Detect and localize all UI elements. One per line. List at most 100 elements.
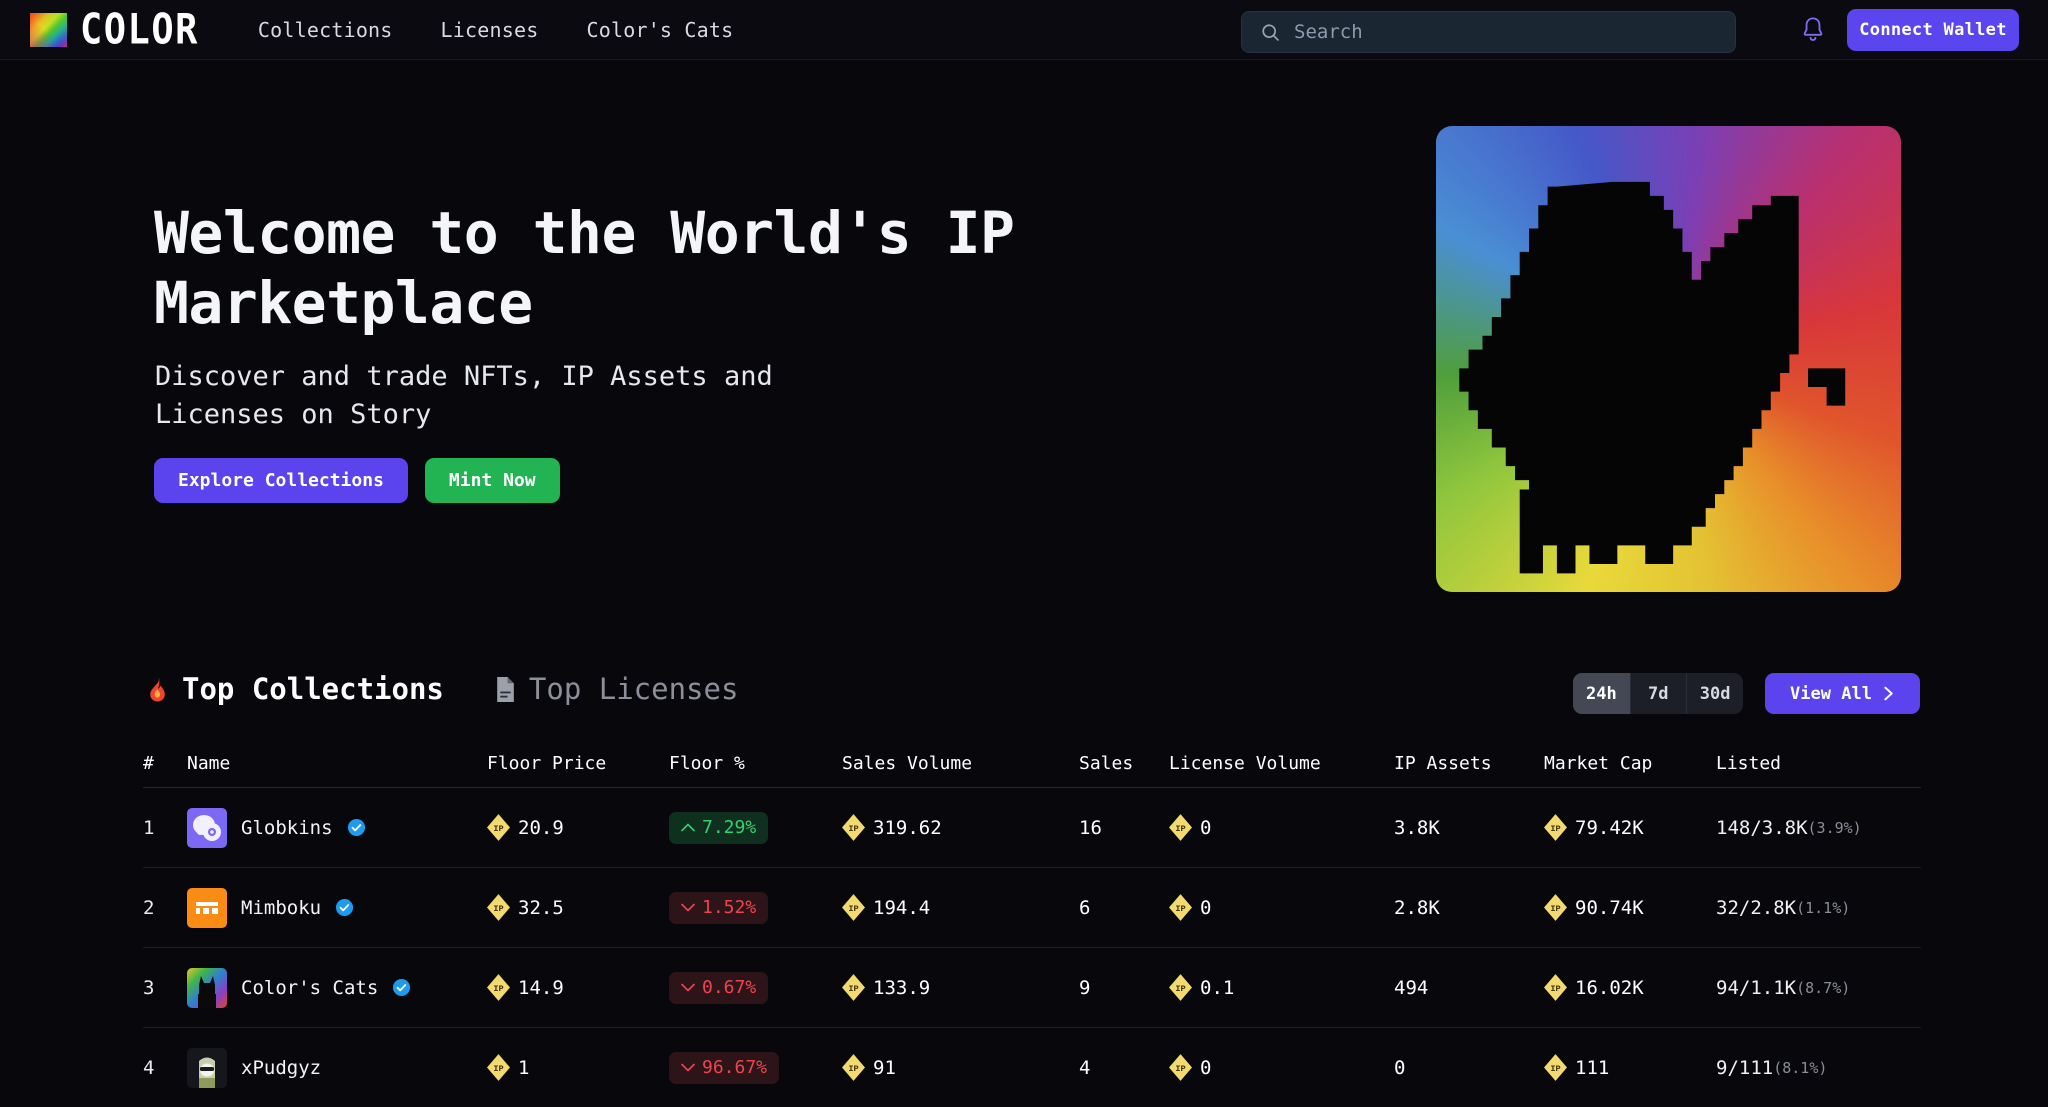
svg-text:IP: IP — [848, 824, 858, 834]
ip-token-icon: IP — [1169, 974, 1192, 1001]
svg-text:IP: IP — [1175, 984, 1185, 994]
table-row[interactable]: 1 Globkins IP 20.9 — [143, 788, 1921, 868]
connect-wallet-button[interactable]: Connect Wallet — [1847, 9, 2019, 51]
col-ip-assets[interactable]: IP Assets — [1394, 753, 1544, 774]
row-market-cap-value: 79.42K — [1575, 817, 1644, 839]
row-name: Mimboku — [241, 897, 321, 919]
row-floor-price-value: 1 — [518, 1057, 529, 1079]
row-floor-price: IP 20.9 — [487, 814, 669, 841]
col-rank[interactable]: # — [143, 753, 187, 774]
verified-badge-icon — [392, 978, 411, 997]
row-market-cap: IP 16.02K — [1544, 974, 1716, 1001]
svg-text:IP: IP — [848, 1064, 858, 1074]
row-sales: 16 — [1079, 817, 1169, 839]
floor-change-value: 96.67% — [702, 1057, 767, 1078]
nav-item-colors-cats[interactable]: Color's Cats — [586, 18, 733, 42]
row-name-cell[interactable]: Mimboku — [187, 888, 487, 928]
nav-item-licenses[interactable]: Licenses — [441, 18, 539, 42]
row-market-cap-value: 111 — [1575, 1057, 1609, 1079]
row-rank: 1 — [143, 817, 187, 839]
row-name-cell[interactable]: xPudgyz — [187, 1048, 487, 1088]
row-sales-volume-value: 319.62 — [873, 817, 942, 839]
ip-token-icon: IP — [1169, 814, 1192, 841]
hero-pixel-cat-artwork — [1436, 126, 1901, 592]
top-collections-table: # Name Floor Price Floor % Sales Volume … — [143, 740, 1921, 1107]
range-30d-button[interactable]: 30d — [1687, 673, 1744, 714]
row-listed-sub: (8.7%) — [1796, 979, 1850, 997]
row-floor-pct: 0.67% — [669, 972, 842, 1004]
row-rank: 2 — [143, 897, 187, 919]
brand-logo[interactable]: COLOR — [30, 11, 199, 48]
chevron-right-icon — [1882, 686, 1895, 701]
ip-token-icon: IP — [842, 1054, 865, 1081]
row-floor-price-value: 14.9 — [518, 977, 564, 999]
range-7d-button[interactable]: 7d — [1631, 673, 1687, 714]
col-market-cap[interactable]: Market Cap — [1544, 753, 1716, 774]
ip-token-icon: IP — [1544, 894, 1567, 921]
hero-title: Welcome to the World's IP Marketplace — [154, 198, 1104, 338]
row-name-cell[interactable]: Color's Cats — [187, 968, 487, 1008]
arrow-up-icon — [681, 823, 695, 832]
mint-now-button[interactable]: Mint Now — [425, 458, 560, 503]
table-row[interactable]: 3 Color's Cats — [143, 948, 1921, 1028]
view-all-button[interactable]: View All — [1765, 673, 1920, 714]
col-name[interactable]: Name — [187, 753, 487, 774]
row-sales-volume: IP 319.62 — [842, 814, 1079, 841]
row-floor-pct: 7.29% — [669, 812, 842, 844]
row-rank: 3 — [143, 977, 187, 999]
col-listed[interactable]: Listed — [1716, 753, 1921, 774]
table-row[interactable]: 2 Mimboku IP 32.5 1.52% IP — [143, 868, 1921, 948]
row-listed-sub: (1.1%) — [1796, 899, 1850, 917]
table-row[interactable]: 4 xPudgyz IP 1 96.67% IP 91 — [143, 1028, 1921, 1107]
tab-top-licenses[interactable]: Top Licenses — [494, 672, 739, 706]
floor-change-badge-down: 96.67% — [669, 1052, 779, 1084]
row-market-cap: IP 90.74K — [1544, 894, 1716, 921]
row-license-volume: IP 0 — [1169, 894, 1394, 921]
svg-text:IP: IP — [1550, 1064, 1560, 1074]
arrow-down-icon — [681, 1063, 695, 1072]
row-floor-price: IP 14.9 — [487, 974, 669, 1001]
ip-token-icon: IP — [487, 1054, 510, 1081]
verified-badge-icon — [347, 818, 366, 837]
ip-token-icon: IP — [842, 814, 865, 841]
ip-token-icon: IP — [487, 814, 510, 841]
row-listed: 9/111 (8.1%) — [1716, 1057, 1921, 1079]
rainbow-gradient-square-icon — [30, 13, 67, 47]
row-name: Color's Cats — [241, 977, 378, 999]
row-listed: 148/3.8K (3.9%) — [1716, 817, 1921, 839]
view-all-label: View All — [1790, 684, 1872, 704]
svg-text:IP: IP — [1175, 1064, 1185, 1074]
ip-token-icon: IP — [1544, 1054, 1567, 1081]
notification-bell-icon[interactable] — [1800, 16, 1826, 44]
col-sales[interactable]: Sales — [1079, 753, 1169, 774]
row-sales-volume-value: 91 — [873, 1057, 896, 1079]
svg-text:IP: IP — [848, 904, 858, 914]
row-listed: 94/1.1K (8.7%) — [1716, 977, 1921, 999]
col-license-volume[interactable]: License Volume — [1169, 753, 1394, 774]
floor-change-badge-down: 1.52% — [669, 892, 768, 924]
explore-collections-button[interactable]: Explore Collections — [154, 458, 408, 503]
row-ip-assets: 0 — [1394, 1057, 1544, 1079]
row-name: xPudgyz — [241, 1057, 321, 1079]
col-floor-price[interactable]: Floor Price — [487, 753, 669, 774]
svg-text:IP: IP — [1550, 904, 1560, 914]
col-sales-volume[interactable]: Sales Volume — [842, 753, 1079, 774]
arrow-down-icon — [681, 903, 695, 912]
nav-item-collections[interactable]: Collections — [258, 18, 393, 42]
ip-token-icon: IP — [487, 894, 510, 921]
tab-top-collections[interactable]: Top Collections — [145, 672, 444, 706]
row-floor-price: IP 1 — [487, 1054, 669, 1081]
row-floor-price-value: 32.5 — [518, 897, 564, 919]
floor-change-value: 1.52% — [702, 897, 756, 918]
row-name-cell[interactable]: Globkins — [187, 808, 487, 848]
range-24h-button[interactable]: 24h — [1573, 673, 1631, 714]
row-listed-main: 32/2.8K — [1716, 897, 1796, 919]
row-sales-volume: IP 91 — [842, 1054, 1079, 1081]
search-input[interactable]: Search — [1241, 11, 1736, 53]
row-listed-main: 94/1.1K — [1716, 977, 1796, 999]
svg-text:IP: IP — [493, 1064, 503, 1074]
col-floor-pct[interactable]: Floor % — [669, 753, 842, 774]
hero-actions: Explore Collections Mint Now — [154, 458, 560, 503]
brand-name: COLOR — [80, 9, 199, 50]
ip-token-icon: IP — [1169, 894, 1192, 921]
